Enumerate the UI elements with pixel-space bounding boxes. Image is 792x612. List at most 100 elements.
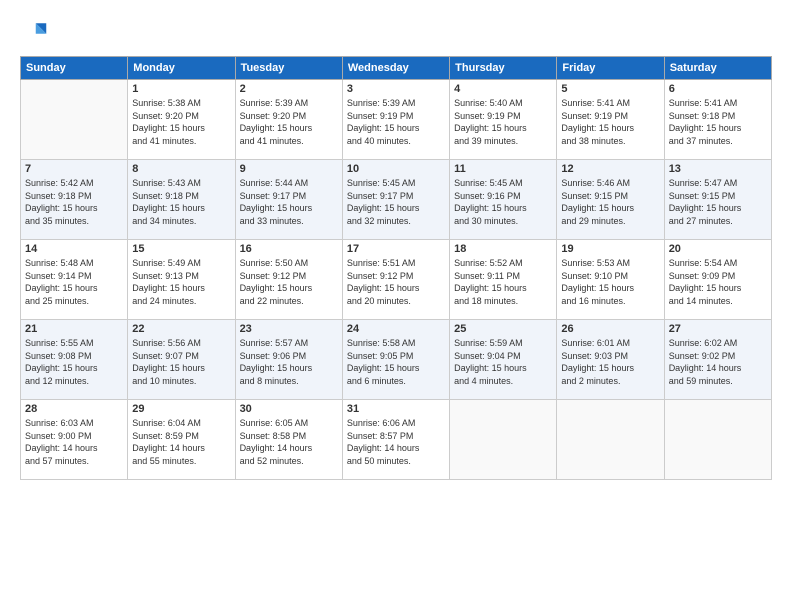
day-info: Sunrise: 5:43 AM Sunset: 9:18 PM Dayligh… <box>132 177 230 227</box>
day-info: Sunrise: 5:39 AM Sunset: 9:20 PM Dayligh… <box>240 97 338 147</box>
logo-icon <box>20 18 48 46</box>
calendar-cell <box>557 400 664 480</box>
day-info: Sunrise: 6:05 AM Sunset: 8:58 PM Dayligh… <box>240 417 338 467</box>
day-info: Sunrise: 5:47 AM Sunset: 9:15 PM Dayligh… <box>669 177 767 227</box>
day-info: Sunrise: 6:06 AM Sunset: 8:57 PM Dayligh… <box>347 417 445 467</box>
day-info: Sunrise: 5:58 AM Sunset: 9:05 PM Dayligh… <box>347 337 445 387</box>
day-info: Sunrise: 5:38 AM Sunset: 9:20 PM Dayligh… <box>132 97 230 147</box>
day-info: Sunrise: 5:54 AM Sunset: 9:09 PM Dayligh… <box>669 257 767 307</box>
calendar-week-row: 1 Sunrise: 5:38 AM Sunset: 9:20 PM Daylig… <box>21 80 772 160</box>
weekday-header-monday: Monday <box>128 57 235 80</box>
calendar-cell: 11 Sunrise: 5:45 AM Sunset: 9:16 PM Dayli… <box>450 160 557 240</box>
day-number: 15 <box>132 243 230 255</box>
calendar-cell: 22 Sunrise: 5:56 AM Sunset: 9:07 PM Dayli… <box>128 320 235 400</box>
day-info: Sunrise: 6:03 AM Sunset: 9:00 PM Dayligh… <box>25 417 123 467</box>
day-info: Sunrise: 6:02 AM Sunset: 9:02 PM Dayligh… <box>669 337 767 387</box>
calendar-cell: 20 Sunrise: 5:54 AM Sunset: 9:09 PM Dayli… <box>664 240 771 320</box>
calendar-cell: 19 Sunrise: 5:53 AM Sunset: 9:10 PM Dayli… <box>557 240 664 320</box>
calendar-cell: 9Sunrise: 5:44 AM Sunset: 9:17 PM Daylig… <box>235 160 342 240</box>
calendar-cell: 23 Sunrise: 5:57 AM Sunset: 9:06 PM Dayli… <box>235 320 342 400</box>
calendar-cell: 2 Sunrise: 5:39 AM Sunset: 9:20 PM Daylig… <box>235 80 342 160</box>
day-number: 20 <box>669 243 767 255</box>
day-number: 1 <box>132 83 230 95</box>
day-number: 9 <box>240 163 338 175</box>
calendar-cell: 14 Sunrise: 5:48 AM Sunset: 9:14 PM Dayli… <box>21 240 128 320</box>
calendar-cell: 5 Sunrise: 5:41 AM Sunset: 9:19 PM Daylig… <box>557 80 664 160</box>
calendar-cell: 18 Sunrise: 5:52 AM Sunset: 9:11 PM Dayli… <box>450 240 557 320</box>
calendar-cell: 15 Sunrise: 5:49 AM Sunset: 9:13 PM Dayli… <box>128 240 235 320</box>
calendar-week-row: 7Sunrise: 5:42 AM Sunset: 9:18 PM Daylig… <box>21 160 772 240</box>
day-number: 14 <box>25 243 123 255</box>
day-info: Sunrise: 5:56 AM Sunset: 9:07 PM Dayligh… <box>132 337 230 387</box>
header <box>20 18 772 46</box>
calendar-cell: 28 Sunrise: 6:03 AM Sunset: 9:00 PM Dayli… <box>21 400 128 480</box>
calendar-cell <box>21 80 128 160</box>
calendar-table: SundayMondayTuesdayWednesdayThursdayFrid… <box>20 56 772 480</box>
day-number: 30 <box>240 403 338 415</box>
calendar-cell: 21 Sunrise: 5:55 AM Sunset: 9:08 PM Dayli… <box>21 320 128 400</box>
weekday-header-thursday: Thursday <box>450 57 557 80</box>
weekday-header-friday: Friday <box>557 57 664 80</box>
day-info: Sunrise: 5:45 AM Sunset: 9:16 PM Dayligh… <box>454 177 552 227</box>
day-info: Sunrise: 5:48 AM Sunset: 9:14 PM Dayligh… <box>25 257 123 307</box>
calendar-cell: 30 Sunrise: 6:05 AM Sunset: 8:58 PM Dayli… <box>235 400 342 480</box>
day-number: 22 <box>132 323 230 335</box>
weekday-header-wednesday: Wednesday <box>342 57 449 80</box>
calendar-cell: 31 Sunrise: 6:06 AM Sunset: 8:57 PM Dayli… <box>342 400 449 480</box>
calendar-cell: 4Sunrise: 5:40 AM Sunset: 9:19 PM Daylig… <box>450 80 557 160</box>
calendar-cell: 17 Sunrise: 5:51 AM Sunset: 9:12 PM Dayli… <box>342 240 449 320</box>
calendar-cell: 25 Sunrise: 5:59 AM Sunset: 9:04 PM Dayli… <box>450 320 557 400</box>
day-info: Sunrise: 5:45 AM Sunset: 9:17 PM Dayligh… <box>347 177 445 227</box>
day-info: Sunrise: 6:04 AM Sunset: 8:59 PM Dayligh… <box>132 417 230 467</box>
day-number: 13 <box>669 163 767 175</box>
calendar-cell: 24 Sunrise: 5:58 AM Sunset: 9:05 PM Dayli… <box>342 320 449 400</box>
page: SundayMondayTuesdayWednesdayThursdayFrid… <box>0 0 792 612</box>
calendar-cell: 26Sunrise: 6:01 AM Sunset: 9:03 PM Dayli… <box>557 320 664 400</box>
weekday-header-tuesday: Tuesday <box>235 57 342 80</box>
calendar-week-row: 14 Sunrise: 5:48 AM Sunset: 9:14 PM Dayli… <box>21 240 772 320</box>
calendar-cell: 1 Sunrise: 5:38 AM Sunset: 9:20 PM Daylig… <box>128 80 235 160</box>
day-number: 23 <box>240 323 338 335</box>
day-number: 5 <box>561 83 659 95</box>
day-number: 18 <box>454 243 552 255</box>
calendar-cell <box>450 400 557 480</box>
day-number: 27 <box>669 323 767 335</box>
calendar-cell: 27 Sunrise: 6:02 AM Sunset: 9:02 PM Dayli… <box>664 320 771 400</box>
day-number: 19 <box>561 243 659 255</box>
day-info: Sunrise: 5:52 AM Sunset: 9:11 PM Dayligh… <box>454 257 552 307</box>
day-info: Sunrise: 5:57 AM Sunset: 9:06 PM Dayligh… <box>240 337 338 387</box>
day-info: Sunrise: 5:41 AM Sunset: 9:19 PM Dayligh… <box>561 97 659 147</box>
day-info: Sunrise: 5:59 AM Sunset: 9:04 PM Dayligh… <box>454 337 552 387</box>
day-number: 31 <box>347 403 445 415</box>
weekday-header-row: SundayMondayTuesdayWednesdayThursdayFrid… <box>21 57 772 80</box>
day-number: 4 <box>454 83 552 95</box>
weekday-header-sunday: Sunday <box>21 57 128 80</box>
day-info: Sunrise: 5:53 AM Sunset: 9:10 PM Dayligh… <box>561 257 659 307</box>
calendar-cell: 8Sunrise: 5:43 AM Sunset: 9:18 PM Daylig… <box>128 160 235 240</box>
day-number: 17 <box>347 243 445 255</box>
day-number: 16 <box>240 243 338 255</box>
day-number: 29 <box>132 403 230 415</box>
day-info: Sunrise: 5:39 AM Sunset: 9:19 PM Dayligh… <box>347 97 445 147</box>
calendar-cell: 16 Sunrise: 5:50 AM Sunset: 9:12 PM Dayli… <box>235 240 342 320</box>
day-number: 26 <box>561 323 659 335</box>
day-number: 21 <box>25 323 123 335</box>
day-number: 12 <box>561 163 659 175</box>
day-info: Sunrise: 5:51 AM Sunset: 9:12 PM Dayligh… <box>347 257 445 307</box>
day-number: 28 <box>25 403 123 415</box>
day-info: Sunrise: 5:55 AM Sunset: 9:08 PM Dayligh… <box>25 337 123 387</box>
day-number: 24 <box>347 323 445 335</box>
calendar-cell: 6Sunrise: 5:41 AM Sunset: 9:18 PM Daylig… <box>664 80 771 160</box>
calendar-cell: 7Sunrise: 5:42 AM Sunset: 9:18 PM Daylig… <box>21 160 128 240</box>
day-info: Sunrise: 5:50 AM Sunset: 9:12 PM Dayligh… <box>240 257 338 307</box>
day-number: 10 <box>347 163 445 175</box>
calendar-cell: 3 Sunrise: 5:39 AM Sunset: 9:19 PM Daylig… <box>342 80 449 160</box>
day-number: 11 <box>454 163 552 175</box>
day-number: 2 <box>240 83 338 95</box>
day-info: Sunrise: 5:41 AM Sunset: 9:18 PM Dayligh… <box>669 97 767 147</box>
weekday-header-saturday: Saturday <box>664 57 771 80</box>
day-info: Sunrise: 5:49 AM Sunset: 9:13 PM Dayligh… <box>132 257 230 307</box>
calendar-cell: 13 Sunrise: 5:47 AM Sunset: 9:15 PM Dayli… <box>664 160 771 240</box>
day-number: 25 <box>454 323 552 335</box>
day-number: 3 <box>347 83 445 95</box>
